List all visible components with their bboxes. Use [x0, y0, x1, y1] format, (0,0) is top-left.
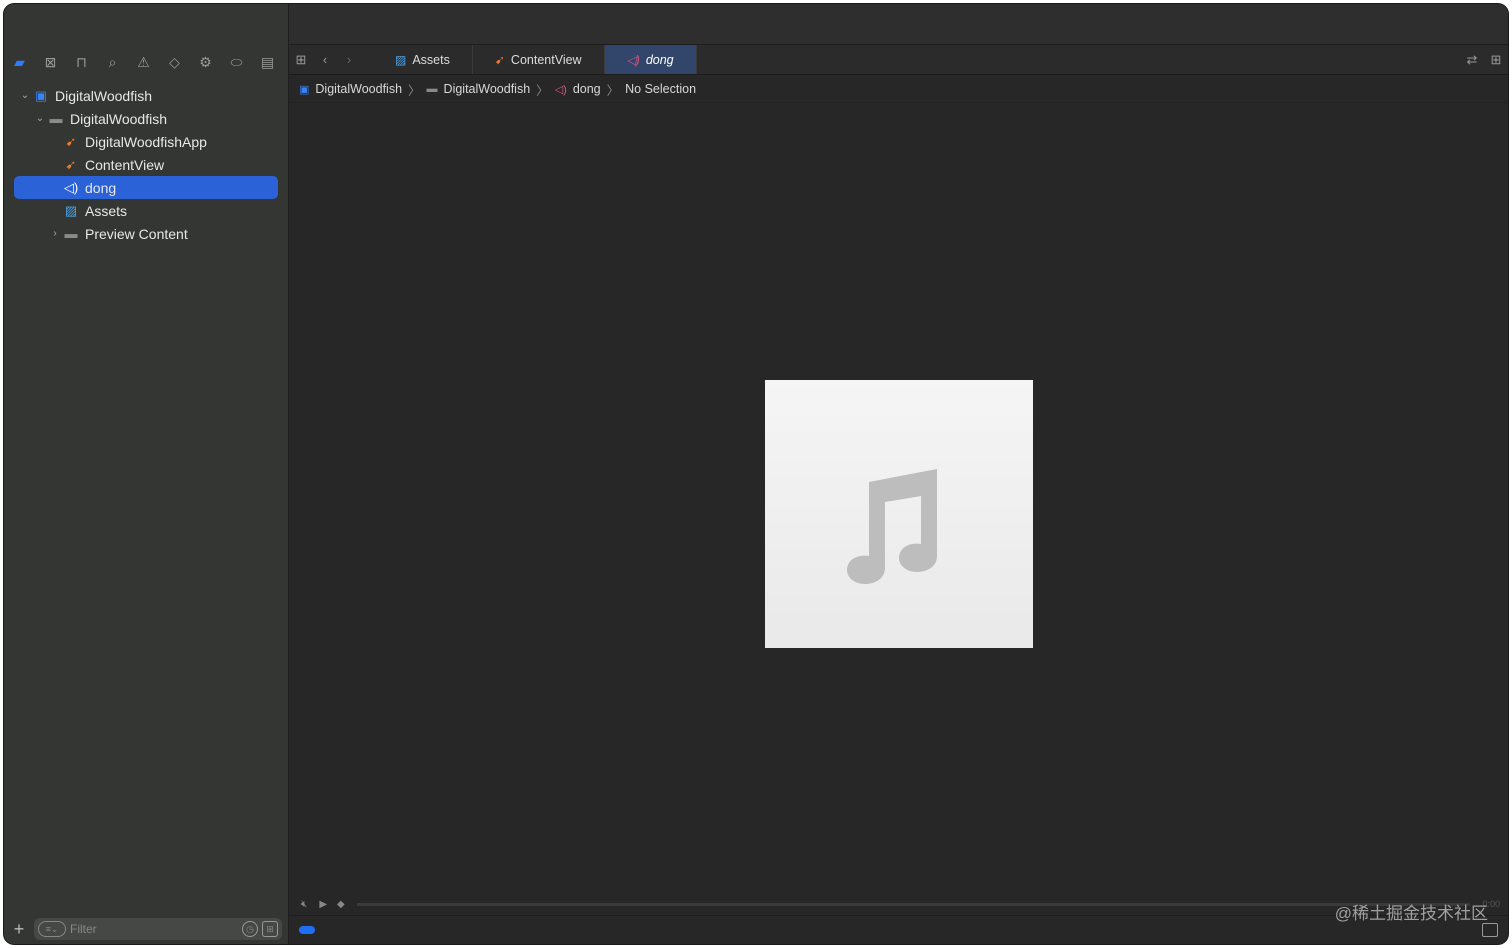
tree-row-label: DigitalWoodfishApp — [85, 133, 207, 150]
xcode-project-icon: ▣ — [299, 83, 310, 96]
watermark: @稀土掘金技术社区 — [1334, 904, 1488, 923]
warning-icon[interactable]: ⚠ — [128, 48, 159, 76]
tree-row[interactable]: › ▬ Preview Content — [4, 222, 288, 245]
tree-row-label: Preview Content — [85, 225, 188, 242]
audio-file-icon: ◁) — [626, 52, 640, 67]
breadcrumb-item[interactable]: No Selection — [625, 82, 696, 96]
disclosure-chevron-icon[interactable]: › — [48, 228, 62, 239]
breadcrumb-label: No Selection — [625, 82, 697, 96]
project-navigator: ▰ ⊠ ⊓ ⌕ ⚠ ◇ ⚙ ⬭ ▤ ⌄ ▣ DigitalWoodfish ⌄ ▬ DigitalWood… — [4, 4, 289, 944]
tree-row-label: DigitalWoodfish — [55, 87, 153, 104]
breadcrumb-separator-icon: 〉 — [536, 83, 549, 98]
tree-row[interactable]: ◁) dong — [14, 176, 278, 199]
symbol-hierarchy-icon[interactable]: ⊓ — [66, 48, 97, 76]
tab-dong[interactable]: ◁) dong — [604, 45, 697, 74]
navigator-toolbar: ▰ ⊠ ⊓ ⌕ ⚠ ◇ ⚙ ⬭ ▤ — [4, 48, 288, 76]
disclosure-chevron-icon[interactable]: ⌄ — [33, 113, 47, 124]
play-icon[interactable]: ▶ — [319, 899, 327, 910]
tree-row-label: ContentView — [85, 156, 165, 173]
music-note-icon — [847, 469, 937, 584]
audio-player: 🔇︎ ▶ ◆ 0:00 — [289, 898, 1508, 910]
grid-icon[interactable]: ⊞ — [289, 52, 313, 68]
navigator-filter-bar: + ≡⌄ Filter ◷ ⊞ — [4, 914, 288, 944]
editor-area: ⊞ ‹ › ▨ Assets ➹ ContentView ◁) dong ⇄ ⊞ ▣ Dig… — [289, 4, 1508, 944]
playback-track[interactable] — [356, 902, 1471, 906]
status-indicator[interactable] — [299, 926, 315, 934]
breadcrumb: ▣ DigitalWoodfish 〉 ▬ DigitalWoodfish 〉 ◁) dong… — [289, 76, 1508, 103]
asset-catalog-icon: ▨ — [64, 202, 78, 218]
folder-icon: ▬ — [426, 83, 438, 95]
scm-filter-icon[interactable]: ⊞ — [262, 921, 278, 937]
filter-placeholder: Filter — [70, 922, 97, 936]
editor-statusbar — [289, 915, 1508, 944]
breadcrumb-item[interactable]: ◁) dong — [555, 82, 601, 96]
debug-icon[interactable]: ⚙ — [190, 48, 221, 76]
tab-assets[interactable]: ▨ Assets — [373, 45, 473, 74]
filter-field[interactable]: ≡⌄ Filter ◷ ⊞ — [34, 918, 282, 940]
tab-label: dong — [645, 52, 674, 67]
file-tree: ⌄ ▣ DigitalWoodfish ⌄ ▬ DigitalWoodfish ➹ Digit… — [4, 84, 288, 245]
source-control-icon[interactable]: ⊠ — [35, 48, 66, 76]
swap-icon[interactable]: ⇄ — [1460, 52, 1484, 68]
add-icon[interactable]: + — [4, 919, 34, 940]
tab-bar: ⊞ ‹ › ▨ Assets ➹ ContentView ◁) dong ⇄ ⊞ — [289, 45, 1508, 75]
forward-chevron-icon[interactable]: › — [337, 52, 361, 67]
folder-icon: ▬ — [49, 111, 63, 126]
tree-row-label: dong — [85, 179, 117, 196]
xcode-window: ▰ ⊠ ⊓ ⌕ ⚠ ◇ ⚙ ⬭ ▤ ⌄ ▣ DigitalWoodfish ⌄ ▬ DigitalWood… — [4, 4, 1508, 944]
disclosure-chevron-icon[interactable]: ⌄ — [18, 90, 32, 101]
breadcrumb-label: DigitalWoodfish — [443, 82, 531, 96]
tree-row-label: Assets — [85, 202, 128, 219]
tabs: ▨ Assets ➹ ContentView ◁) dong — [373, 45, 697, 74]
breadcrumb-label: dong — [572, 82, 601, 96]
back-chevron-icon[interactable]: ‹ — [313, 52, 337, 67]
breadcrumb-separator-icon: 〉 — [606, 83, 620, 98]
toggle-debug-area-icon[interactable] — [1482, 923, 1498, 937]
search-icon[interactable]: ⌕ — [97, 48, 128, 76]
breadcrumb-item[interactable]: ▣ DigitalWoodfish — [299, 82, 402, 96]
folder-icon: ▬ — [64, 226, 78, 241]
folder-icon[interactable]: ▰ — [4, 48, 35, 76]
tree-row[interactable]: ▨ Assets — [4, 199, 288, 222]
recent-files-icon[interactable]: ◷ — [242, 921, 258, 937]
breakpoint-icon[interactable]: ⬭ — [221, 48, 252, 76]
tab-label: ContentView — [510, 52, 582, 67]
tab-contentview[interactable]: ➹ ContentView — [473, 45, 605, 74]
audio-file-icon: ◁) — [63, 179, 79, 195]
swift-file-icon: ➹ — [65, 133, 77, 149]
playhead-icon[interactable]: ◆ — [337, 899, 345, 910]
test-diamond-icon[interactable]: ◇ — [159, 48, 190, 76]
breadcrumb-item[interactable]: ▬ DigitalWoodfish — [427, 82, 531, 96]
audio-artwork — [765, 380, 1033, 648]
swift-file-icon: ➹ — [494, 52, 505, 67]
mute-icon[interactable]: 🔇︎ — [301, 899, 307, 910]
breadcrumb-separator-icon: 〉 — [408, 83, 421, 98]
tree-row[interactable]: ⌄ ▣ DigitalWoodfish — [4, 84, 288, 107]
asset-catalog-icon: ▨ — [395, 52, 407, 67]
swift-file-icon: ➹ — [65, 156, 77, 172]
tree-row[interactable]: ➹ DigitalWoodfishApp — [4, 130, 288, 153]
xcode-project-icon: ▣ — [34, 87, 48, 103]
editor-titlebar — [289, 4, 1508, 45]
tab-label: Assets — [412, 52, 450, 67]
filter-options-icon[interactable]: ≡⌄ — [38, 921, 66, 937]
tree-row[interactable]: ⌄ ▬ DigitalWoodfish — [4, 107, 288, 130]
sidebar-titlebar — [4, 4, 288, 44]
report-icon[interactable]: ▤ — [252, 48, 283, 76]
breadcrumb-label: DigitalWoodfish — [315, 82, 403, 96]
tree-row[interactable]: ➹ ContentView — [4, 153, 288, 176]
tree-row-label: DigitalWoodfish — [70, 110, 168, 127]
audio-file-icon: ◁) — [554, 83, 567, 96]
add-editor-icon[interactable]: ⊞ — [1484, 52, 1508, 68]
